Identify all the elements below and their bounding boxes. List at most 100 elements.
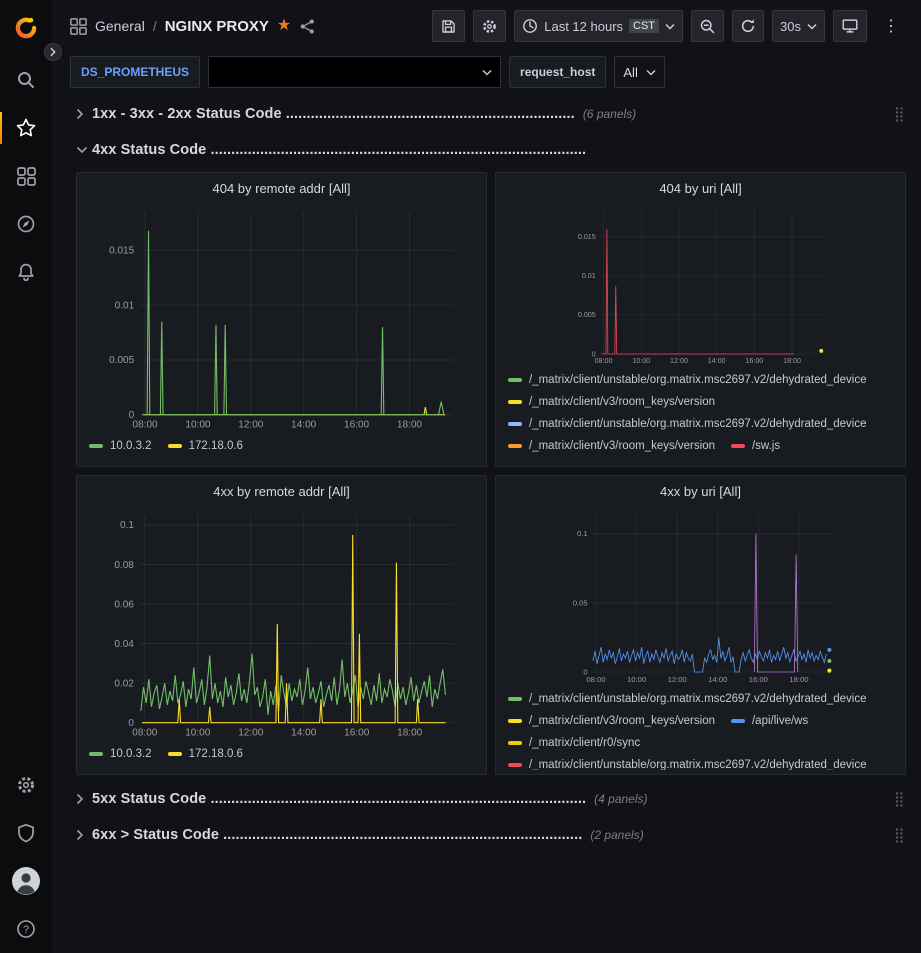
top-navbar: General / NGINX PROXY ★ xyxy=(52,0,921,52)
sidebar-item-profile[interactable] xyxy=(0,857,52,905)
dashboard-settings-button[interactable] xyxy=(473,10,506,42)
clock-icon xyxy=(522,18,538,34)
sidebar-item-server-admin[interactable] xyxy=(0,809,52,857)
svg-text:0.015: 0.015 xyxy=(109,246,134,257)
compass-icon xyxy=(16,214,36,234)
more-options-button[interactable]: ⋮ xyxy=(875,10,907,42)
legend-item[interactable]: 10.0.3.2 xyxy=(89,435,152,457)
svg-text:14:00: 14:00 xyxy=(291,420,316,431)
row-4xx[interactable]: 4xx Status Code ........................… xyxy=(76,136,906,164)
avatar xyxy=(11,866,41,896)
sidebar-item-configuration[interactable] xyxy=(0,761,52,809)
svg-text:12:00: 12:00 xyxy=(670,357,688,365)
refresh-button[interactable] xyxy=(732,10,764,42)
svg-text:0.005: 0.005 xyxy=(109,355,134,366)
svg-text:10:00: 10:00 xyxy=(185,420,210,431)
breadcrumb: General / NGINX PROXY ★ xyxy=(70,18,316,35)
legend-item[interactable]: 172.18.0.6 xyxy=(168,743,243,765)
zoom-out-icon xyxy=(699,18,716,35)
dashboard-title[interactable]: NGINX PROXY xyxy=(165,18,269,35)
row-drag-handle[interactable] xyxy=(894,827,906,844)
save-dashboard-button[interactable] xyxy=(432,10,465,42)
svg-text:10:00: 10:00 xyxy=(627,675,646,684)
legend-item[interactable]: /_matrix/client/v3/room_keys/version xyxy=(508,435,715,457)
row-6xx[interactable]: 6xx > Status Code ......................… xyxy=(76,821,906,849)
legend-item[interactable]: /_matrix/client/v3/room_keys/version xyxy=(508,710,715,732)
legend-item[interactable]: /_matrix/client/unstable/org.matrix.msc2… xyxy=(508,688,867,710)
sidebar-item-explore[interactable] xyxy=(0,200,52,248)
chevron-right-icon xyxy=(49,47,57,57)
row-5xx[interactable]: 5xx Status Code ........................… xyxy=(76,785,906,813)
svg-text:0.05: 0.05 xyxy=(573,598,588,607)
legend: 10.0.3.2 172.18.0.6 xyxy=(85,741,480,770)
chart-container: 08:0010:0012:0014:0016:0018:0000.020.040… xyxy=(77,506,486,774)
share-icon[interactable] xyxy=(299,18,316,35)
svg-text:08:00: 08:00 xyxy=(586,675,605,684)
legend-item[interactable]: /_matrix/client/unstable/org.matrix.msc2… xyxy=(508,369,867,391)
grafana-flame-icon xyxy=(13,15,39,41)
svg-text:0.005: 0.005 xyxy=(578,311,596,319)
svg-text:08:00: 08:00 xyxy=(132,728,158,739)
request-host-select[interactable]: All xyxy=(614,56,664,88)
sidebar-collapse-button[interactable] xyxy=(44,43,62,61)
legend-item[interactable]: /api/live/ws xyxy=(731,710,808,732)
save-icon xyxy=(440,18,457,35)
variable-ds-prometheus-label[interactable]: DS_PROMETHEUS xyxy=(70,56,200,88)
svg-text:0: 0 xyxy=(592,350,596,358)
legend-item[interactable]: /_matrix/client/r0/sync xyxy=(508,732,640,754)
chevron-right-icon xyxy=(76,108,92,120)
time-range-picker[interactable]: Last 12 hours CST xyxy=(514,10,683,42)
timeseries-plot[interactable]: 08:0010:0012:0014:0016:0018:0000.050.1 xyxy=(504,506,899,686)
svg-text:0: 0 xyxy=(583,667,587,676)
sidebar-item-search[interactable] xyxy=(0,56,52,104)
breadcrumb-divider: / xyxy=(153,18,157,34)
search-icon xyxy=(16,70,36,90)
row-drag-handle[interactable] xyxy=(894,791,906,808)
timeseries-plot[interactable]: 08:0010:0012:0014:0016:0018:0000.020.040… xyxy=(85,506,480,741)
panel-title[interactable]: 4xx by uri [All] xyxy=(496,476,905,506)
main-area: General / NGINX PROXY ★ xyxy=(52,0,921,953)
svg-text:16:00: 16:00 xyxy=(745,357,763,365)
svg-text:0.08: 0.08 xyxy=(114,560,134,571)
breadcrumb-folder[interactable]: General xyxy=(95,18,145,34)
favorite-star-icon[interactable]: ★ xyxy=(277,18,291,34)
help-icon: ? xyxy=(16,919,36,939)
svg-text:0.04: 0.04 xyxy=(114,639,134,650)
panel-title[interactable]: 4xx by remote addr [All] xyxy=(77,476,486,506)
panel-4xx-by-remote-addr: 4xx by remote addr [All] 08:0010:0012:00… xyxy=(76,475,487,775)
tv-mode-button[interactable] xyxy=(833,10,867,42)
sidebar-item-dashboards[interactable] xyxy=(0,152,52,200)
panel-title[interactable]: 404 by uri [All] xyxy=(496,173,905,203)
legend-item[interactable]: 172.18.0.6 xyxy=(168,435,243,457)
svg-text:0: 0 xyxy=(129,410,135,421)
monitor-icon xyxy=(841,17,859,35)
row-panel-count: (2 panels) xyxy=(590,828,643,842)
row-drag-handle[interactable] xyxy=(894,106,906,123)
zoom-out-time-button[interactable] xyxy=(691,10,724,42)
svg-text:0.02: 0.02 xyxy=(114,678,134,689)
timeseries-plot[interactable]: 08:0010:0012:0014:0016:0018:0000.0050.01… xyxy=(85,203,480,433)
legend-item[interactable]: 10.0.3.2 xyxy=(89,743,152,765)
legend-item[interactable]: /_matrix/client/unstable/org.matrix.msc2… xyxy=(508,754,867,770)
apps-icon xyxy=(70,18,87,35)
grafana-app: ? General / NGINX PR xyxy=(0,0,921,953)
panel-title[interactable]: 404 by remote addr [All] xyxy=(77,173,486,203)
timeseries-plot[interactable]: 08:0010:0012:0014:0016:0018:0000.0050.01… xyxy=(504,203,899,367)
svg-text:10:00: 10:00 xyxy=(632,357,650,365)
row-1xx-3xx-2xx[interactable]: 1xx - 3xx - 2xx Status Code ............… xyxy=(76,100,906,128)
chevron-right-icon xyxy=(76,829,92,841)
sidebar-item-alerting[interactable] xyxy=(0,248,52,296)
legend-item[interactable]: /_matrix/client/unstable/org.matrix.msc2… xyxy=(508,413,867,435)
sidebar-item-starred[interactable] xyxy=(0,104,52,152)
legend-item[interactable]: /_matrix/client/v3/room_keys/version xyxy=(508,391,715,413)
variable-request-host-label[interactable]: request_host xyxy=(509,56,606,88)
shield-icon xyxy=(16,823,36,843)
refresh-interval-picker[interactable]: 30s xyxy=(772,10,825,42)
panel-grid: 404 by remote addr [All] 08:00 10:00 12:00… xyxy=(76,172,906,775)
svg-text:18:00: 18:00 xyxy=(397,728,423,739)
datasource-select[interactable] xyxy=(208,56,501,88)
legend-item[interactable]: /sw.js xyxy=(731,435,780,457)
sidebar-item-help[interactable]: ? xyxy=(0,905,52,953)
svg-text:14:00: 14:00 xyxy=(708,357,726,365)
sidebar: ? xyxy=(0,0,52,953)
